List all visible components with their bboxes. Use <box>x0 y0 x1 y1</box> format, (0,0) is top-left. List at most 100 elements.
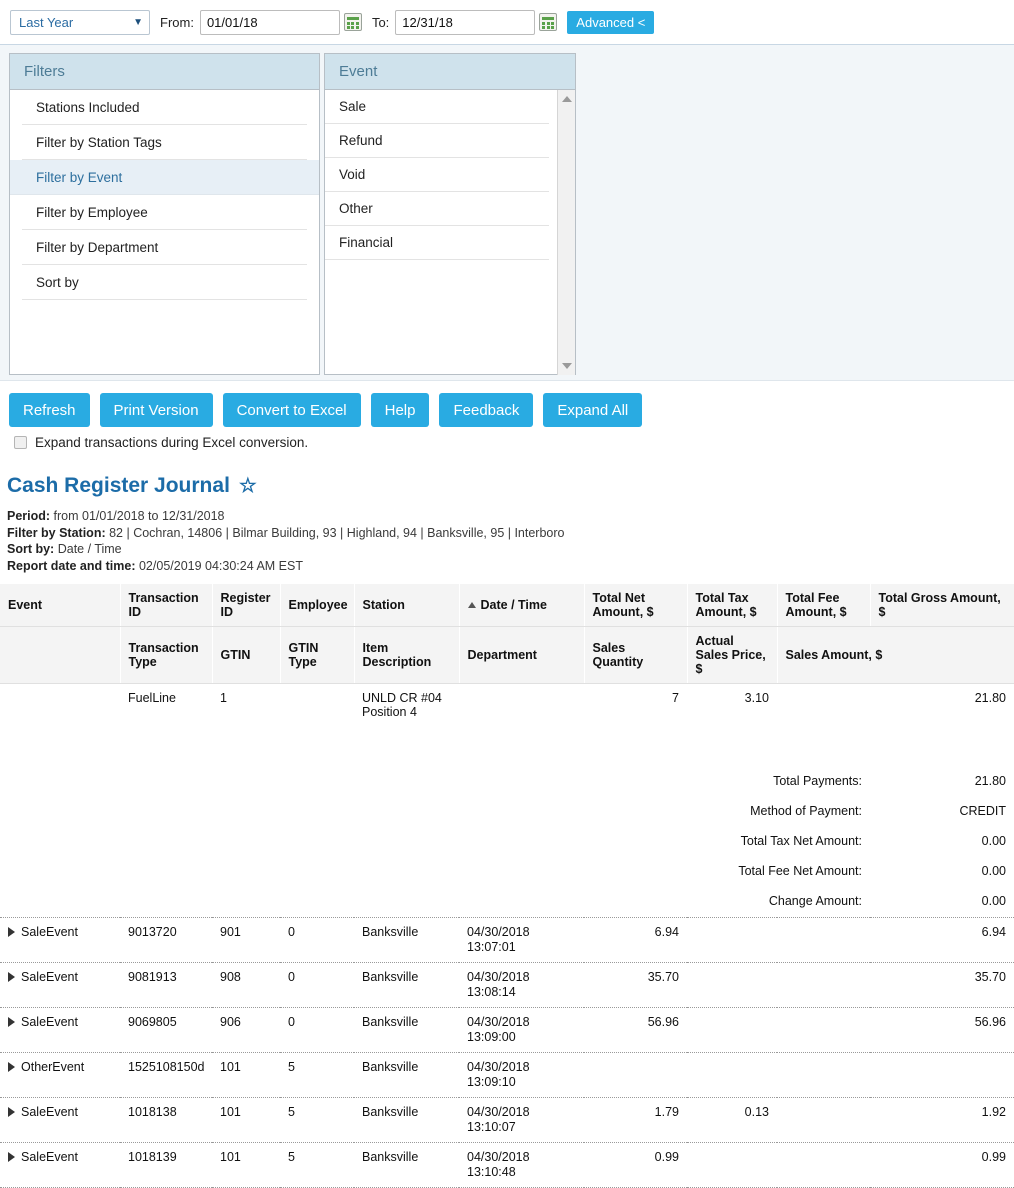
row-total-net: 0.99 <box>584 1142 687 1188</box>
col-total-tax-amount[interactable]: Total Tax Amount, $ <box>687 584 778 627</box>
meta-reportdate-label: Report date and time: <box>7 558 136 573</box>
row-date: 04/30/2018 <box>467 1060 530 1074</box>
event-list-scrollbar[interactable] <box>557 90 575 375</box>
filter-item-event[interactable]: Filter by Event <box>10 160 319 195</box>
expand-row-icon[interactable] <box>8 1017 15 1028</box>
meta-sortby-value: Date / Time <box>57 542 122 556</box>
row-event[interactable]: SaleEvent <box>0 1007 120 1053</box>
print-version-button[interactable]: Print Version <box>99 393 213 427</box>
detail-item-description-line1: UNLD CR #04 <box>362 691 442 705</box>
summary-label-total-payments: Total Payments: <box>773 774 862 788</box>
summary-row-total-fee-net: Total Fee Net Amount: 0.00 <box>0 856 1014 886</box>
row-register-id: 908 <box>212 962 280 1008</box>
expand-all-button[interactable]: Expand All <box>543 393 643 427</box>
advanced-toggle-button[interactable]: Advanced < <box>567 10 655 34</box>
col-total-net-amount[interactable]: Total Net Amount, $ <box>584 584 688 627</box>
report-action-buttons: Refresh Print Version Convert to Excel H… <box>0 381 1014 427</box>
filter-item-station-tags[interactable]: Filter by Station Tags <box>22 125 307 160</box>
row-transaction-id: 1018138 <box>120 1097 212 1143</box>
col-register-id[interactable]: Register ID <box>212 584 281 627</box>
col-date-time[interactable]: Date / Time <box>459 584 585 627</box>
meta-sortby: Sort by: Date / Time <box>7 541 1014 558</box>
row-event[interactable]: OtherEvent <box>0 1052 120 1098</box>
expand-row-icon[interactable] <box>8 1152 15 1163</box>
calendar-icon-from[interactable] <box>343 13 362 31</box>
row-total-net <box>584 1052 687 1098</box>
expand-row-icon[interactable] <box>8 927 15 938</box>
col-transaction-id[interactable]: Transaction ID <box>120 584 213 627</box>
summary-value-total-payments: 21.80 <box>974 774 1006 788</box>
filter-item-sort-by[interactable]: Sort by <box>22 265 307 300</box>
event-panel-title: Event <box>325 54 575 90</box>
event-option-refund[interactable]: Refund <box>325 124 549 158</box>
row-total-tax <box>687 962 777 1008</box>
row-station: Banksville <box>354 1052 459 1098</box>
expand-transactions-checkbox[interactable] <box>14 436 27 449</box>
event-option-sale[interactable]: Sale <box>325 90 549 124</box>
row-employee: 5 <box>280 1097 354 1143</box>
event-option-financial[interactable]: Financial <box>325 226 549 260</box>
period-preset-value: Last Year <box>19 14 74 30</box>
filter-item-employee[interactable]: Filter by Employee <box>22 195 307 230</box>
meta-sortby-label: Sort by: <box>7 542 55 556</box>
row-transaction-id: 9013720 <box>120 917 212 963</box>
event-option-other[interactable]: Other <box>325 192 549 226</box>
row-event[interactable]: SaleEvent <box>0 1142 120 1188</box>
col-total-gross-amount[interactable]: Total Gross Amount, $ <box>870 584 1014 627</box>
summary-label-total-fee-net: Total Fee Net Amount: <box>738 864 862 878</box>
col-employee[interactable]: Employee <box>280 584 355 627</box>
from-date-input[interactable]: 01/01/18 <box>199 9 340 35</box>
table-row[interactable]: SaleEvent 9013720 901 0 Banksville 04/30… <box>0 917 1014 963</box>
table-row[interactable]: SaleEvent 9081913 908 0 Banksville 04/30… <box>0 962 1014 1008</box>
calendar-icon-to[interactable] <box>539 13 558 31</box>
expand-row-icon[interactable] <box>8 972 15 983</box>
row-event[interactable]: SaleEvent <box>0 1097 120 1143</box>
table-row[interactable]: SaleEvent 9069805 906 0 Banksville 04/30… <box>0 1007 1014 1053</box>
table-row[interactable]: SaleEvent 1018139 101 5 Banksville 04/30… <box>0 1142 1014 1188</box>
transaction-detail-row: FuelLine 1 UNLD CR #04 Position 4 7 3.10… <box>0 684 1014 727</box>
row-total-fee <box>777 962 870 1008</box>
meta-reportdate: Report date and time: 02/05/2019 04:30:2… <box>7 558 1014 575</box>
expand-row-icon[interactable] <box>8 1062 15 1073</box>
period-preset-select[interactable]: Last Year ▼ <box>10 9 150 35</box>
row-event[interactable]: SaleEvent <box>0 962 120 1008</box>
filter-item-stations-included[interactable]: Stations Included <box>22 90 307 125</box>
scroll-down-arrow-icon[interactable] <box>562 363 572 369</box>
expand-transactions-label: Expand transactions during Excel convers… <box>35 435 309 450</box>
row-event-label: SaleEvent <box>21 970 78 984</box>
help-button[interactable]: Help <box>370 393 430 427</box>
event-option-void[interactable]: Void <box>325 158 549 192</box>
expand-row-icon[interactable] <box>8 1107 15 1118</box>
row-time: 13:09:10 <box>467 1075 516 1089</box>
meta-period-label: Period: <box>7 509 51 523</box>
row-event-label: SaleEvent <box>21 1105 78 1119</box>
row-event-label: SaleEvent <box>21 925 78 939</box>
row-transaction-id: 1525108150d <box>120 1052 212 1098</box>
col-event[interactable]: Event <box>0 584 121 627</box>
row-total-fee <box>777 1097 870 1143</box>
row-station: Banksville <box>354 1142 459 1188</box>
convert-to-excel-button[interactable]: Convert to Excel <box>222 393 361 427</box>
col-total-fee-amount[interactable]: Total Fee Amount, $ <box>777 584 871 627</box>
row-total-gross <box>870 1052 1014 1098</box>
meta-station: Filter by Station: 82 | Cochran, 14806 |… <box>7 525 1014 542</box>
row-register-id: 101 <box>212 1052 280 1098</box>
row-event[interactable]: SaleEvent <box>0 917 120 963</box>
filter-item-department[interactable]: Filter by Department <box>22 230 307 265</box>
sort-ascending-icon <box>467 601 476 608</box>
table-row[interactable]: OtherEvent 1525108150d 101 5 Banksville … <box>0 1052 1014 1098</box>
col-station[interactable]: Station <box>354 584 460 627</box>
summary-value-total-fee-net: 0.00 <box>981 864 1006 878</box>
summary-value-change-amount: 0.00 <box>981 894 1006 908</box>
row-date: 04/30/2018 <box>467 970 530 984</box>
chevron-down-icon: ▼ <box>133 16 143 28</box>
table-row[interactable]: SaleEvent 1018138 101 5 Banksville 04/30… <box>0 1097 1014 1143</box>
favorite-star-icon[interactable]: ☆ <box>239 476 258 496</box>
refresh-button[interactable]: Refresh <box>9 393 90 427</box>
row-transaction-id: 9069805 <box>120 1007 212 1053</box>
to-date-input[interactable]: 12/31/18 <box>395 9 536 35</box>
row-time: 13:10:48 <box>467 1165 516 1179</box>
feedback-button[interactable]: Feedback <box>439 393 534 427</box>
row-total-gross: 6.94 <box>870 917 1014 963</box>
scroll-up-arrow-icon[interactable] <box>562 96 572 102</box>
